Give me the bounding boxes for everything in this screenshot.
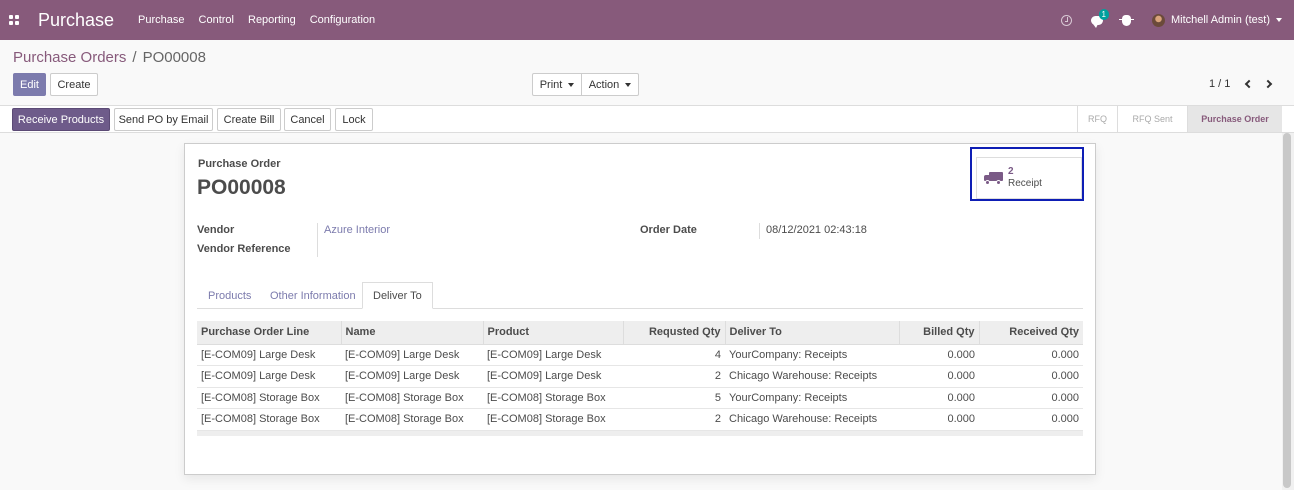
debug-bug-icon[interactable] [1112,0,1142,40]
create-bill-button[interactable]: Create Bill [217,108,281,131]
column-header[interactable]: Received Qty [979,321,1083,345]
menu-configuration[interactable]: Configuration [310,14,375,26]
column-header[interactable]: Product [483,321,624,345]
caret-down-icon [625,82,632,87]
stage-rfq[interactable]: RFQ [1077,106,1117,132]
table-cell: [E-COM08] Storage Box [341,387,483,409]
stage-purchase-order[interactable]: Purchase Order [1187,106,1282,132]
tab-products[interactable]: Products [198,282,261,309]
table-cell: [E-COM09] Large Desk [341,365,483,388]
pager-next-icon[interactable] [1262,77,1276,91]
scrollbar-thumb[interactable] [1283,133,1291,488]
table-cell: 0.000 [979,408,1083,431]
tab-deliver-to[interactable]: Deliver To [362,282,433,309]
print-label: Print [539,78,563,91]
receive-products-button[interactable]: Receive Products [12,108,110,131]
pager-previous-icon[interactable] [1240,77,1254,91]
table-cell: 4 [623,344,725,366]
highlight-box [970,147,1084,201]
table-cell: YourCompany: Receipts [725,387,899,409]
apps-menu-icon[interactable] [0,0,28,40]
column-header[interactable]: Purchase Order Line [197,321,342,345]
print-dropdown[interactable]: Print [532,73,582,96]
column-header[interactable]: Deliver To [725,321,900,345]
table-cell: Chicago Warehouse: Receipts [725,365,899,388]
table-row[interactable]: [E-COM09] Large Desk [E-COM09] Large Des… [197,344,1083,366]
user-name: Mitchell Admin (test) [1170,14,1270,26]
cancel-button[interactable]: Cancel [284,108,331,131]
table-cell: [E-COM09] Large Desk [197,365,341,388]
order-lines-table: Purchase Order Line Name Product Requste… [197,321,1083,436]
table-cell: 2 [623,408,725,431]
table-cell: [E-COM09] Large Desk [483,365,623,388]
breadcrumb-purchase-orders[interactable]: Purchase Orders [13,49,126,66]
form-sheet: Purchase Order PO00008 2 Receipt Vendor … [184,143,1096,475]
column-header[interactable]: Name [341,321,484,345]
field-divider [317,223,318,257]
table-row[interactable]: [E-COM09] Large Desk [E-COM09] Large Des… [197,365,1083,388]
breadcrumb: Purchase Orders / PO00008 [13,49,206,66]
lock-button[interactable]: Lock [335,108,373,131]
send-po-email-button[interactable]: Send PO by Email [114,108,213,131]
table-cell: 2 [623,365,725,388]
order-date-label: Order Date [640,224,697,236]
table-cell: 0.000 [899,365,979,388]
chat-count-badge: 1 [1098,9,1109,20]
table-cell: 0.000 [979,387,1083,409]
table-cell: YourCompany: Receipts [725,344,899,366]
table-cell: [E-COM08] Storage Box [197,387,341,409]
table-cell: [E-COM09] Large Desk [197,344,341,366]
action-dropdown[interactable]: Action [581,73,639,96]
table-row[interactable]: [E-COM08] Storage Box [E-COM08] Storage … [197,387,1083,409]
field-divider [759,223,760,239]
table-cell: 0.000 [899,408,979,431]
stage-rfq-sent[interactable]: RFQ Sent [1117,106,1187,132]
menu-reporting[interactable]: Reporting [248,14,296,26]
table-cell: [E-COM08] Storage Box [197,408,341,431]
vendor-label: Vendor [197,224,235,236]
app-name: Purchase [38,9,115,30]
table-row[interactable]: [E-COM08] Storage Box [E-COM08] Storage … [197,408,1083,431]
table-cell: Chicago Warehouse: Receipts [725,408,899,431]
table-cell: [E-COM08] Storage Box [483,408,623,431]
table-header-row: Purchase Order Line Name Product Requste… [197,321,1083,345]
avatar [1151,13,1165,27]
messaging-chat-icon[interactable]: 1 [1082,0,1112,40]
top-navbar: Purchase Purchase Control Reporting Conf… [0,0,1294,40]
order-caption: Purchase Order [198,158,281,170]
table-cell: [E-COM08] Storage Box [341,408,483,431]
breadcrumb-separator: / [132,49,137,66]
table-cell: 0.000 [979,365,1083,388]
table-cell: 5 [623,387,725,409]
table-footer-row [197,430,1083,436]
create-button[interactable]: Create [50,73,98,96]
table-cell: 0.000 [899,387,979,409]
table-cell: [E-COM09] Large Desk [341,344,483,366]
menu-purchase[interactable]: Purchase [138,14,184,26]
table-cell: 0.000 [899,344,979,366]
user-menu[interactable]: Mitchell Admin (test) [1151,13,1282,27]
table-cell: [E-COM08] Storage Box [483,387,623,409]
breadcrumb-current: PO00008 [142,49,206,66]
order-name: PO00008 [197,176,286,199]
column-header[interactable]: Requsted Qty [623,321,726,345]
caret-down-icon [1276,18,1282,22]
table-cell: 0.000 [979,344,1083,366]
menu-control[interactable]: Control [199,14,234,26]
vendor-value[interactable]: Azure Interior [324,224,390,236]
table-cell: [E-COM09] Large Desk [483,344,623,366]
order-date-value: 08/12/2021 02:43:18 [766,224,867,236]
pager-value[interactable]: 1 / 1 [1209,78,1230,90]
column-header[interactable]: Billed Qty [899,321,980,345]
activity-clock-icon[interactable] [1052,0,1082,40]
caret-down-icon [568,82,575,87]
form-statusbar: Receive Products Send PO by Email Create… [0,105,1294,133]
vendor-reference-label: Vendor Reference [197,243,291,255]
tab-other-information[interactable]: Other Information [260,282,366,309]
action-label: Action [588,78,620,91]
edit-button[interactable]: Edit [13,73,46,96]
